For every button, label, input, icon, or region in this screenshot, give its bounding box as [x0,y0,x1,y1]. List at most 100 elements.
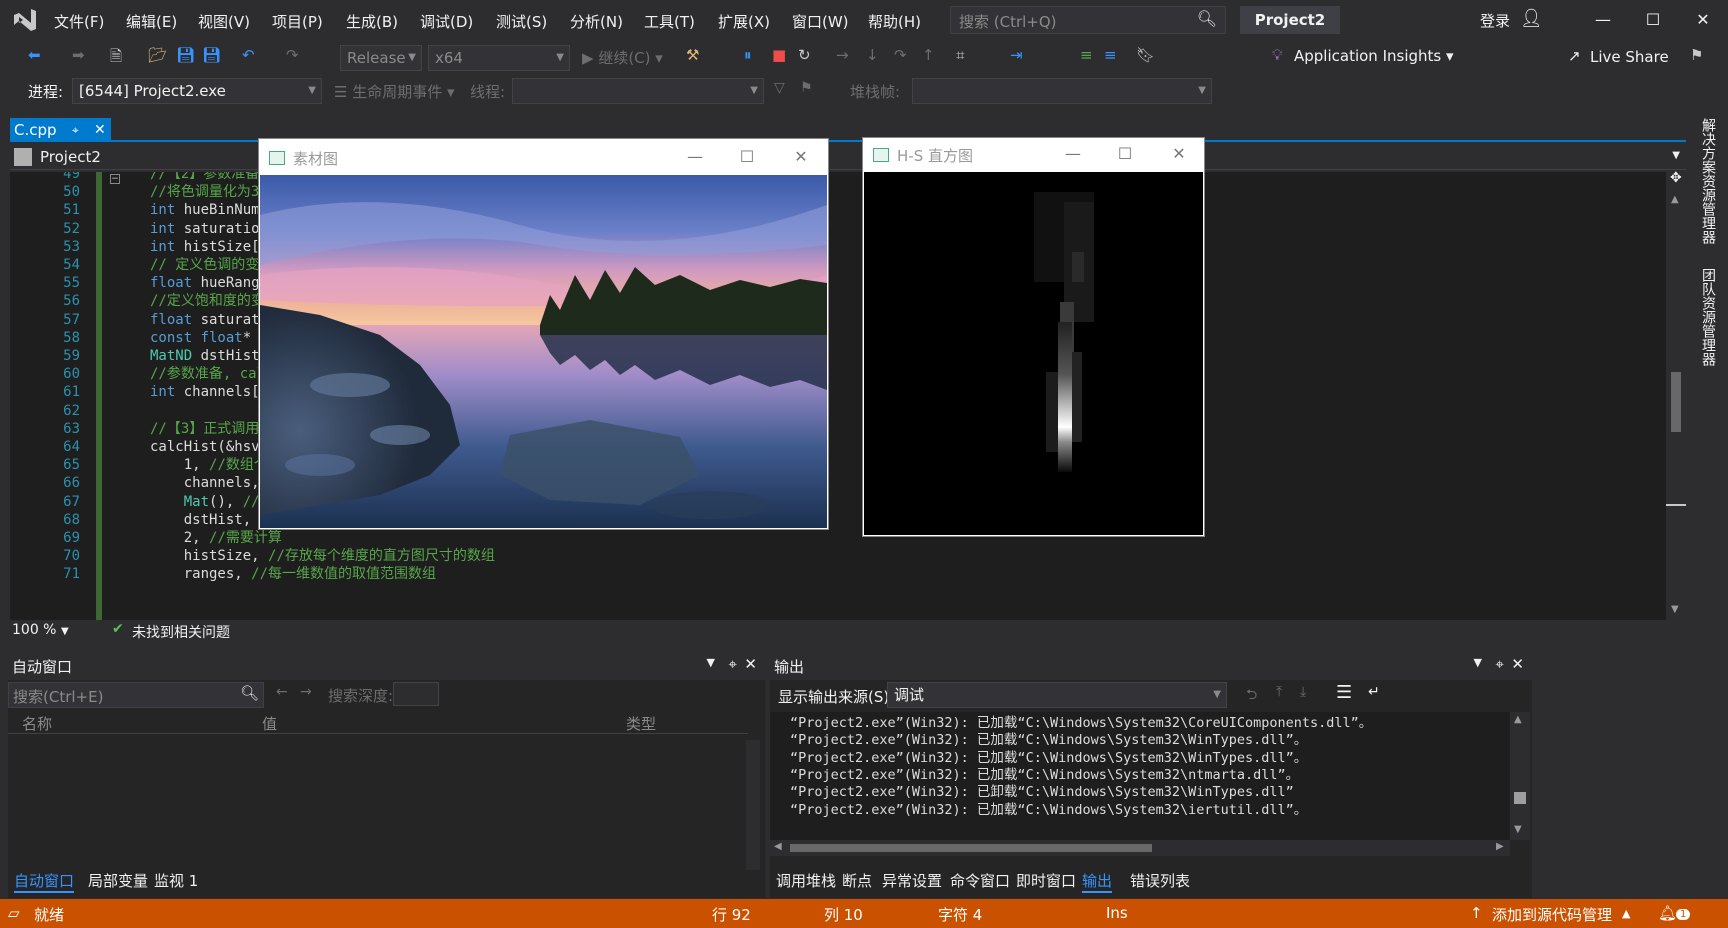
notifications-icon[interactable]: 🔔︎ [1658,904,1677,922]
source-image-window[interactable]: 素材图 — ☐ ✕ [258,138,829,530]
back-icon[interactable]: ⬅︎ [28,46,41,64]
popup1-minimize-button[interactable]: — [675,147,715,166]
account-icon[interactable]: 👤︎ [1520,8,1543,29]
autos-scrollbar[interactable] [746,740,760,870]
stack-frame-dropdown[interactable]: ▼ [912,78,1212,104]
hs-histogram-titlebar[interactable]: H-S 直方图 — ☐ ✕ [863,138,1204,172]
panel-tab[interactable]: 命令窗口 [950,870,1010,891]
close-tab-icon[interactable]: ✕ [94,118,106,142]
team-explorer-tab[interactable]: 团队资源管理器 [1698,268,1718,366]
editor-scrollbar[interactable]: ✥ ▲ ▼ [1666,170,1686,620]
scroll-down-icon[interactable]: ▼ [1514,824,1522,835]
popup2-minimize-button[interactable]: — [1053,144,1093,163]
pin-icon[interactable]: ⌖ [72,118,79,142]
nav-project-dropdown[interactable]: Project2 [40,148,101,166]
zoom-dropdown[interactable]: 100 % ▼ [12,622,69,638]
flag-threads-icon[interactable]: ⚑ [800,80,813,96]
issues-status[interactable]: 未找到相关问题 [132,622,230,642]
step-over-icon[interactable]: ↷ [894,46,907,64]
process-dropdown[interactable]: [6544] Project2.exe ▼ [72,78,322,104]
word-wrap-icon[interactable]: ↵ [1368,684,1380,700]
output-hscroll[interactable]: ◀ ▶ [770,840,1510,856]
app-insights-icon[interactable]: 💡︎ [1272,46,1283,64]
configuration-dropdown[interactable]: Release ▼ [340,45,422,71]
stop-icon[interactable]: ■ [772,46,786,64]
menu-item[interactable]: 生成(B) [346,11,398,32]
hex-display-icon[interactable]: ⌗ [956,46,964,64]
uncomment-icon[interactable]: ≡ [1104,46,1117,64]
feedback-icon[interactable]: ⚑ [1690,46,1703,64]
column-value[interactable]: 值 [262,713,277,734]
format-icon[interactable]: ⇥ [1010,46,1023,64]
next-message-icon[interactable]: ⤓ [1300,684,1306,700]
popup1-close-button[interactable]: ✕ [781,147,821,166]
panel-tab[interactable]: 错误列表 [1130,870,1190,891]
panel-tab[interactable]: 自动窗口 [14,870,75,893]
output-vscroll[interactable]: ▲ ▼ [1510,712,1530,840]
search-back-icon[interactable]: ← [276,684,288,700]
live-share-button[interactable]: Live Share [1590,48,1669,66]
new-project-icon[interactable]: 🗎︎ [110,46,122,71]
show-next-statement-icon[interactable]: → [836,46,849,64]
nav-dropdown-icon[interactable]: ▼ [1672,150,1680,161]
autos-dropdown-icon[interactable]: ▼ [707,656,715,669]
bookmark-icon[interactable]: 🔖︎ [1136,46,1155,64]
menu-item[interactable]: 扩展(X) [718,11,770,32]
restart-icon[interactable]: ↻ [798,46,811,64]
output-close-icon[interactable]: ✕ [1511,655,1524,673]
panel-tab[interactable]: 局部变量 [88,870,148,891]
output-hscroll-thumb[interactable] [790,844,1152,852]
panel-tab[interactable]: 输出 [1082,870,1113,893]
menu-item[interactable]: 分析(N) [570,11,623,32]
scroll-up-icon[interactable]: ▲ [1671,194,1679,205]
solution-explorer-tab[interactable]: 解决方案资源管理器 [1698,118,1718,244]
save-all-icon[interactable]: 💾︎ [202,46,221,64]
menu-item[interactable]: 编辑(E) [126,11,177,32]
minimize-button[interactable]: — [1580,6,1626,34]
autos-pin-icon[interactable]: ⌖ [729,655,737,673]
output-source-dropdown[interactable]: 调试 ▼ [887,682,1227,708]
platform-dropdown[interactable]: x64 ▼ [428,45,570,71]
popup2-close-button[interactable]: ✕ [1159,144,1199,163]
continue-button[interactable]: ▶ 继续(C) ▾ [582,47,663,68]
maximize-button[interactable]: ☐ [1630,6,1676,34]
search-forward-icon[interactable]: → [300,684,312,700]
thread-dropdown[interactable]: ▼ [512,78,764,104]
scroll-down-icon[interactable]: ▼ [1671,604,1679,615]
menu-item[interactable]: 视图(V) [198,11,250,32]
autos-close-icon[interactable]: ✕ [744,655,757,673]
scroll-left-icon[interactable]: ◀ [774,841,782,852]
autos-search-input[interactable]: 搜索(Ctrl+E) 🔍︎ [8,682,264,708]
step-into-icon[interactable]: ↓ [866,46,879,64]
menu-item[interactable]: 帮助(H) [868,11,921,32]
comment-icon[interactable]: ≡ [1080,46,1093,64]
menu-item[interactable]: 调试(D) [420,11,473,32]
popup2-maximize-button[interactable]: ☐ [1105,144,1145,163]
output-scroll-thumb[interactable] [1514,792,1526,804]
login-link[interactable]: 登录 [1480,10,1510,31]
pause-icon[interactable]: ⏸︎ [744,46,752,64]
save-icon[interactable]: 💾︎ [176,46,195,64]
add-to-source-control[interactable]: 添加到源代码管理 [1492,904,1612,925]
menu-item[interactable]: 工具(T) [644,11,695,32]
lifecycle-events-button[interactable]: ☰ 生命周期事件 ▾ [334,81,455,102]
menu-item[interactable]: 测试(S) [496,11,547,32]
column-type[interactable]: 类型 [626,713,656,734]
forward-icon[interactable]: ➡︎ [72,46,85,64]
panel-tab[interactable]: 断点 [842,870,872,891]
panel-tab[interactable]: 监视 1 [154,870,198,891]
panel-tab[interactable]: 调用堆栈 [776,870,836,891]
split-editor-icon[interactable]: ✥ [1670,170,1682,186]
search-depth-dropdown[interactable] [393,682,439,706]
menu-item[interactable]: 文件(F) [54,11,104,32]
redo-icon[interactable]: ↷ [286,46,299,64]
collapse-toggle[interactable]: − [110,174,120,184]
popup1-maximize-button[interactable]: ☐ [727,147,767,166]
menu-item[interactable]: 项目(P) [272,11,323,32]
open-file-icon[interactable]: 📂︎ [148,46,167,64]
live-share-icon[interactable]: ↗ [1568,47,1581,65]
scroll-right-icon[interactable]: ▶ [1496,841,1504,852]
prev-message-icon[interactable]: ⤒ [1276,684,1282,700]
tab-c-cpp[interactable]: C.cpp ⌖ ✕ [10,118,111,142]
output-pin-icon[interactable]: ⌖ [1496,655,1504,673]
